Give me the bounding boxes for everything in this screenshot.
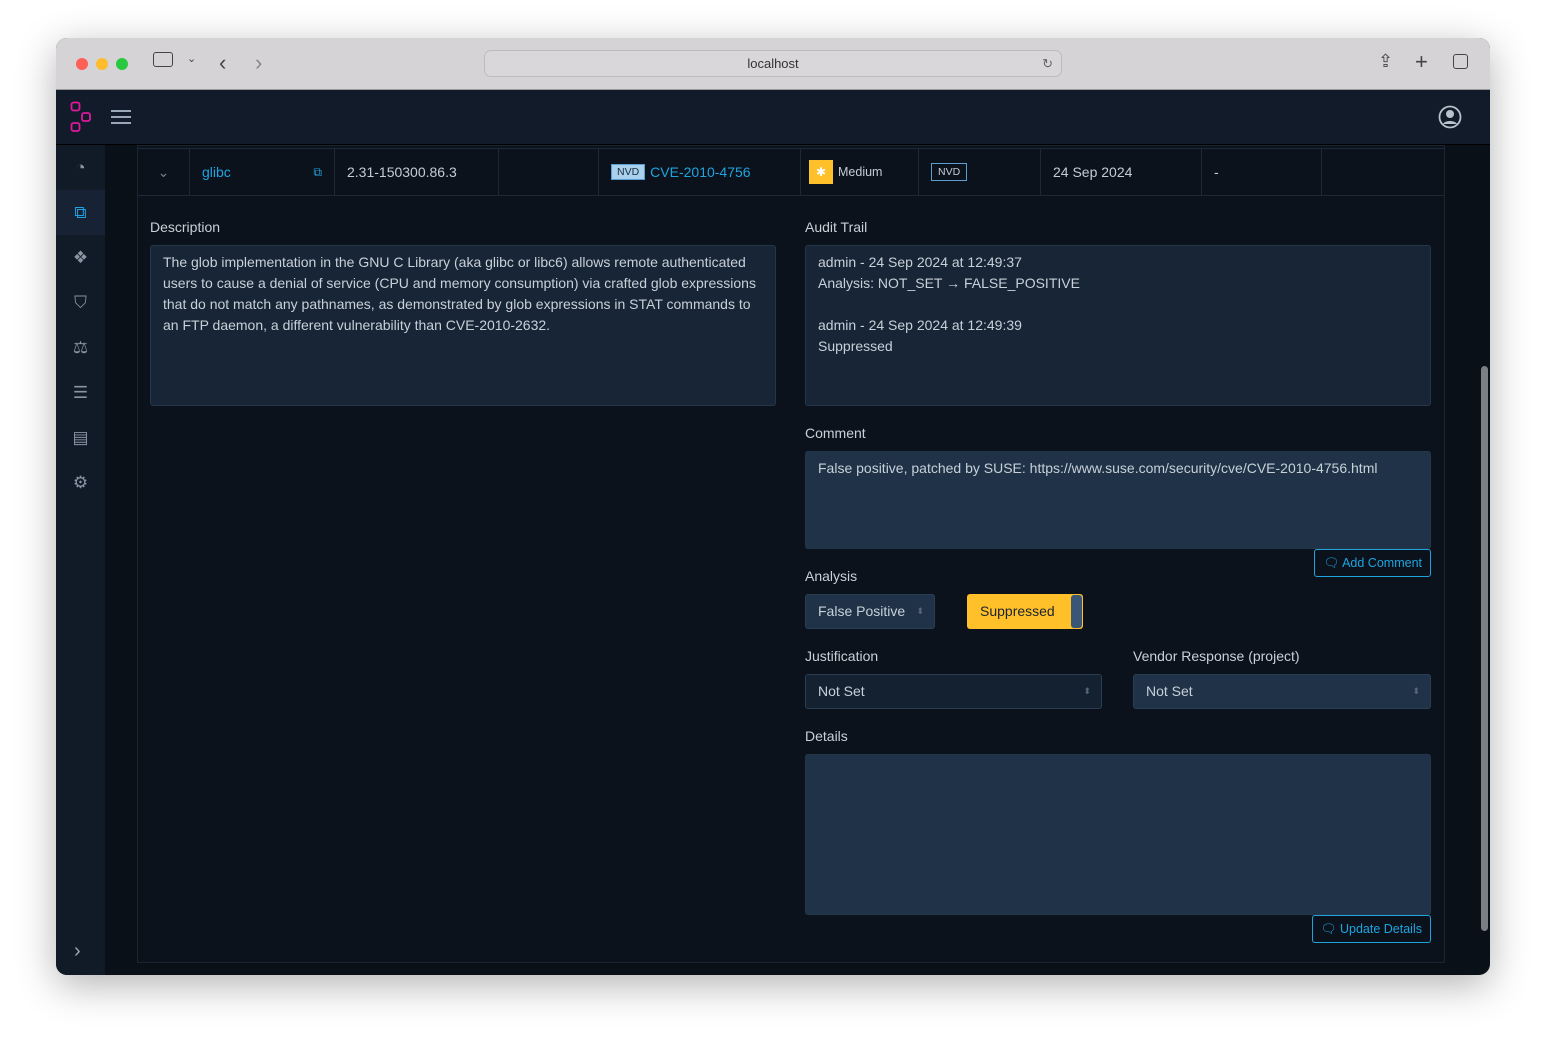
severity-label: Medium	[838, 165, 883, 179]
sidebar-item-vulnerabilities[interactable]: ⛉	[56, 280, 105, 325]
logo-icon[interactable]	[70, 101, 94, 135]
analysis-select[interactable]: False Positive ⬍	[805, 594, 935, 629]
minimize-window-button[interactable]	[96, 58, 108, 70]
audit-line	[818, 294, 1418, 315]
audit-line: Suppressed	[818, 338, 893, 354]
sidebar-item-dashboard[interactable]: ◔	[56, 145, 105, 190]
toggle-handle[interactable]	[1071, 595, 1082, 628]
select-arrows-icon: ⬍	[1083, 686, 1091, 696]
suppressed-toggle[interactable]: Suppressed	[967, 594, 1083, 629]
details-label: Details	[805, 728, 848, 744]
vendor-response-select[interactable]: Not Set ⬍	[1133, 674, 1431, 709]
description-label: Description	[150, 219, 221, 235]
add-comment-button[interactable]: 🗨︎ Add Comment	[1314, 549, 1431, 577]
shield-icon: ⛉	[74, 292, 87, 312]
expand-sidebar-icon[interactable]: ›	[74, 940, 81, 963]
sidebar: ◔ ⧉ ❖ ⛉ ⚖ ☰ ▤ ⚙ ›	[56, 145, 105, 975]
severity-cell: ✱ Medium	[801, 149, 919, 195]
comment-textarea[interactable]: False positive, patched by SUSE: https:/…	[805, 451, 1431, 549]
sidebar-item-policy[interactable]: ▤	[56, 415, 105, 460]
cogs-icon: ⚙	[72, 472, 89, 492]
update-details-button[interactable]: 🗨︎ Update Details	[1311, 915, 1431, 943]
sitemap-icon[interactable]: ⧉	[313, 165, 322, 180]
reload-icon[interactable]: ↻	[1042, 51, 1053, 77]
maximize-window-button[interactable]	[116, 58, 128, 70]
empty-cell	[499, 149, 599, 195]
forward-icon[interactable]: ›	[255, 50, 262, 76]
user-profile-icon[interactable]	[1438, 105, 1462, 129]
sitemap-icon: ⧉	[74, 202, 87, 222]
chevron-down-icon[interactable]: ⌄	[187, 52, 196, 65]
balance-scale-icon: ⚖	[72, 337, 89, 357]
close-window-button[interactable]	[76, 58, 88, 70]
dashboard-icon: ◔	[75, 157, 86, 177]
bug-icon: ✱	[809, 160, 833, 184]
main-content: ⌄ glibc ⧉ 2.31-150300.86.3 NVD CVE-2010-47…	[137, 145, 1445, 963]
audit-trail-textarea[interactable]: admin - 24 Sep 2024 at 12:49:37 Analysis:…	[805, 245, 1431, 406]
version-cell: 2.31-150300.86.3	[335, 149, 499, 195]
audit-line: admin - 24 Sep 2024 at 12:49:37	[818, 254, 1022, 270]
tabs-overview-icon[interactable]	[1453, 54, 1468, 69]
empty-cell	[1322, 149, 1444, 195]
comment-icon: 🗨︎	[1320, 922, 1340, 936]
comment-label: Comment	[805, 425, 866, 441]
vendor-response-label: Vendor Response (project)	[1133, 648, 1300, 664]
justification-select[interactable]: Not Set ⬍	[805, 674, 1102, 709]
audit-line: Analysis: NOT_SET → FALSE_POSITIVE	[818, 275, 1080, 291]
analyzer-badge: NVD	[931, 163, 968, 181]
details-textarea[interactable]	[805, 754, 1431, 915]
browser-toolbar: ⌄ ‹ › localhost ↻ ⇪ +	[56, 38, 1490, 90]
add-comment-label: Add Comment	[1342, 556, 1422, 570]
component-link[interactable]: glibc	[202, 164, 231, 180]
update-details-label: Update Details	[1340, 922, 1422, 936]
scrollbar[interactable]	[1481, 366, 1488, 931]
justification-label: Justification	[805, 648, 879, 664]
collapse-row-icon[interactable]: ⌄	[138, 149, 190, 195]
description-textarea[interactable]: The glob implementation in the GNU C Lib…	[150, 245, 776, 406]
select-arrows-icon: ⬍	[1412, 686, 1420, 696]
suppressed-label: Suppressed	[980, 603, 1055, 619]
browser-window: ⌄ ‹ › localhost ↻ ⇪ + ◔ ⧉ ❖ ⛉ ⚖ ☰ ▤ ⚙ › ⌄…	[56, 38, 1490, 975]
attributed-on-cell: 24 Sep 2024	[1041, 149, 1202, 195]
list-icon: ▤	[72, 427, 89, 447]
vulnerability-link[interactable]: CVE-2010-4756	[650, 164, 750, 180]
analysis-value: False Positive	[818, 603, 906, 619]
share-icon[interactable]: ⇪	[1378, 51, 1393, 72]
analysis-label: Analysis	[805, 568, 858, 584]
sidebar-item-components[interactable]: ❖	[56, 235, 105, 280]
url-text: localhost	[747, 56, 799, 71]
server-icon: ☰	[72, 382, 89, 402]
url-bar[interactable]: localhost ↻	[484, 50, 1062, 77]
analyzer-cell: NVD	[919, 149, 1041, 195]
audit-trail-label: Audit Trail	[805, 219, 868, 235]
vendor-response-value: Not Set	[1146, 683, 1193, 699]
source-badge: NVD	[611, 164, 646, 180]
select-arrows-icon: ⬍	[916, 606, 924, 616]
comment-icon: 🗨︎	[1323, 556, 1343, 570]
component-cell: glibc ⧉	[190, 149, 335, 195]
audit-line: admin - 24 Sep 2024 at 12:49:39	[818, 317, 1022, 333]
new-tab-icon[interactable]: +	[1415, 49, 1428, 75]
cubes-icon: ❖	[72, 247, 89, 267]
sidebar-item-projects[interactable]: ⧉	[56, 190, 105, 235]
sidebar-item-admin[interactable]: ⚙	[56, 460, 105, 505]
analysis-cell: -	[1202, 149, 1322, 195]
table-row: ⌄ glibc ⧉ 2.31-150300.86.3 NVD CVE-2010-47…	[138, 148, 1444, 196]
hamburger-menu-icon[interactable]	[111, 109, 131, 125]
sidebar-item-tags[interactable]: ☰	[56, 370, 105, 415]
sidebar-item-licenses[interactable]: ⚖	[56, 325, 105, 370]
justification-value: Not Set	[818, 683, 865, 699]
vulnerability-cell: NVD CVE-2010-4756	[599, 149, 801, 195]
sidebar-toggle-icon[interactable]	[153, 52, 173, 67]
back-icon[interactable]: ‹	[219, 50, 226, 76]
app-header	[56, 90, 1490, 145]
